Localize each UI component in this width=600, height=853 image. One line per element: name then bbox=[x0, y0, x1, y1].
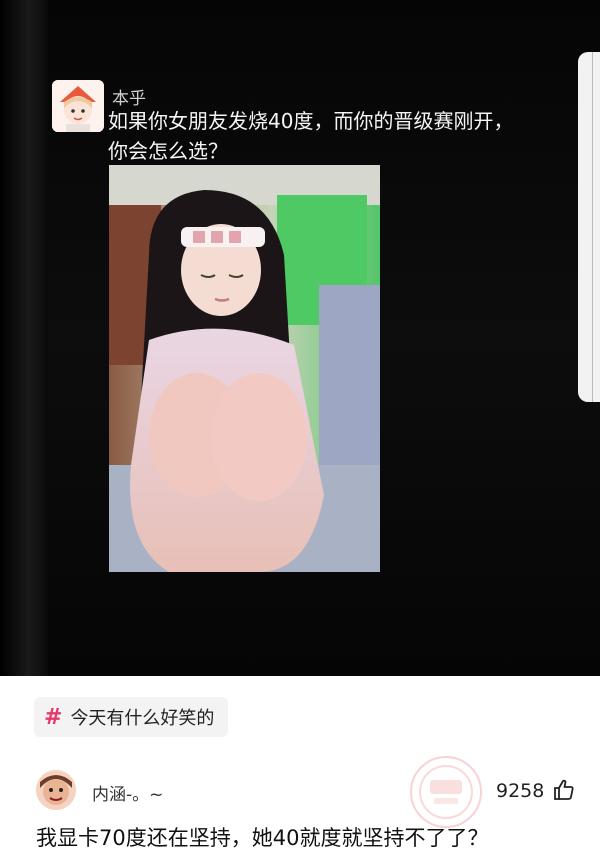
topic-label: 今天有什么好笑的 bbox=[70, 708, 215, 729]
screen: 本乎 如果你女朋友发烧40度，而你的晋级赛刚开， 你会怎么选？ # 今天有什么好… bbox=[0, 0, 600, 853]
anime-avatar-icon[interactable] bbox=[52, 80, 104, 132]
topic-tag[interactable]: # 今天有什么好笑的 bbox=[34, 697, 229, 737]
comment-text: 我显卡70度还在坚持，她40就度就坚持不了了？ bbox=[36, 826, 489, 850]
post-message-line-2: 你会怎么选？ bbox=[108, 139, 228, 163]
hash-icon: # bbox=[44, 704, 63, 730]
post-message: 如果你女朋友发烧40度，而你的晋级赛刚开， 你会怎么选？ bbox=[108, 106, 548, 166]
girl-sitting-photo[interactable] bbox=[109, 165, 380, 572]
commenter-name[interactable]: 内涵-。~ bbox=[92, 780, 163, 805]
watermark-stamp-icon bbox=[410, 756, 482, 828]
like-count: 9258 bbox=[496, 780, 545, 802]
scroll-handle[interactable] bbox=[578, 52, 600, 402]
left-edge bbox=[0, 0, 48, 676]
chat-post: 本乎 如果你女朋友发烧40度，而你的晋级赛刚开， 你会怎么选？ bbox=[0, 0, 600, 676]
commenter-avatar[interactable] bbox=[36, 770, 76, 810]
thumbs-up-icon[interactable] bbox=[552, 778, 576, 802]
post-message-line-1: 如果你女朋友发烧40度，而你的晋级赛刚开， bbox=[108, 109, 514, 133]
